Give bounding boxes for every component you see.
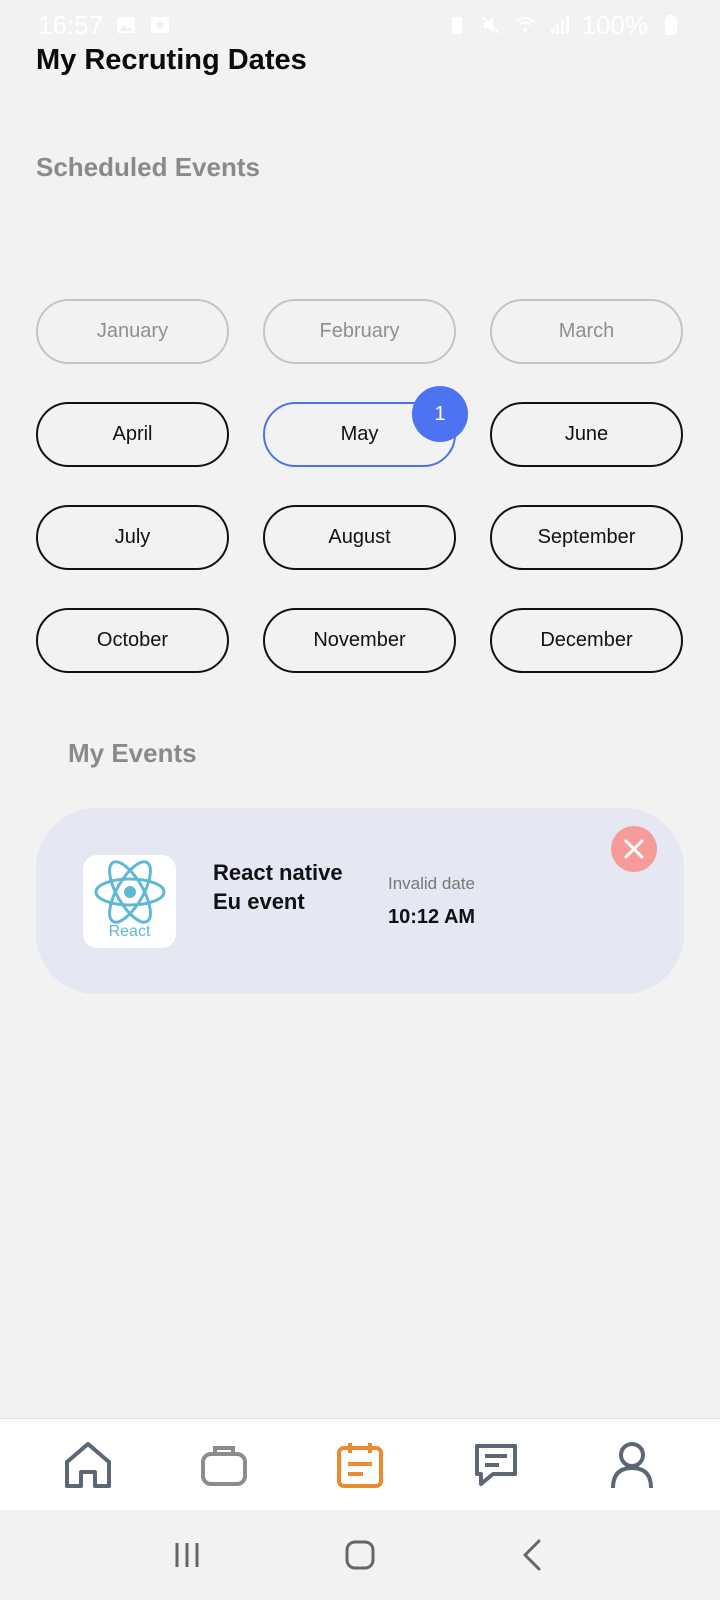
battery-percent: 100% [581,9,649,40]
recents-icon [175,1543,199,1567]
remove-event-button[interactable] [611,826,657,872]
battery-icon [660,14,682,36]
month-december-button[interactable]: December [490,608,683,673]
record-icon [149,14,171,36]
event-time: 10:12 AM [388,906,476,928]
event-logo-text: React [108,923,151,940]
month-july-button[interactable]: July [36,505,229,570]
signal-icon [548,14,570,36]
chat-icon [475,1443,517,1486]
home-button[interactable] [335,1530,385,1580]
month-january-button[interactable]: January [36,299,229,364]
status-left: 16:57 [38,10,171,41]
tab-jobs[interactable] [194,1435,254,1495]
event-logo: React [83,855,176,948]
close-icon [624,839,644,859]
system-nav-bar [0,1510,720,1600]
month-april-button[interactable]: April [36,402,229,467]
tab-home[interactable] [58,1435,118,1495]
month-august-button[interactable]: August [263,505,456,570]
event-date: Invalid date [388,874,475,893]
bottom-tab-bar [0,1418,720,1510]
home-icon [65,1441,111,1488]
tab-calendar[interactable] [330,1435,390,1495]
scheduled-events-title: Scheduled Events [36,152,260,182]
recents-button[interactable] [162,1530,212,1580]
months-grid: January February March April May 1 June … [36,299,684,673]
month-march-button[interactable]: March [490,299,683,364]
home-square-icon [345,1540,375,1570]
tab-messages[interactable] [466,1435,526,1495]
react-logo-icon [94,860,165,924]
wifi-icon [514,14,536,36]
page-title: My Recruting Dates [36,44,307,76]
month-may-button[interactable]: May 1 [263,386,468,467]
image-icon [115,14,137,36]
event-card[interactable]: React React native Eu event Invalid date… [36,808,684,994]
tab-profile[interactable] [602,1435,662,1495]
briefcase-icon [201,1445,247,1486]
month-february-button[interactable]: February [263,299,456,364]
month-september-button[interactable]: September [490,505,683,570]
month-november-button[interactable]: November [263,608,456,673]
status-right: 100% [446,10,683,41]
month-october-button[interactable]: October [36,608,229,673]
back-button[interactable] [508,1530,558,1580]
month-june-button[interactable]: June [490,402,683,467]
status-time: 16:57 [38,9,104,40]
event-name: React native Eu event [213,860,343,914]
calendar-icon [337,1442,383,1488]
battery-saver-icon [446,14,468,36]
month-may-label: May [340,423,379,445]
back-icon [523,1539,541,1571]
profile-icon [611,1441,653,1488]
status-bar: 16:57 100% [0,0,720,50]
my-events-title: My Events [68,738,197,768]
mute-icon [480,14,502,36]
event-count-badge: 1 [412,386,468,442]
